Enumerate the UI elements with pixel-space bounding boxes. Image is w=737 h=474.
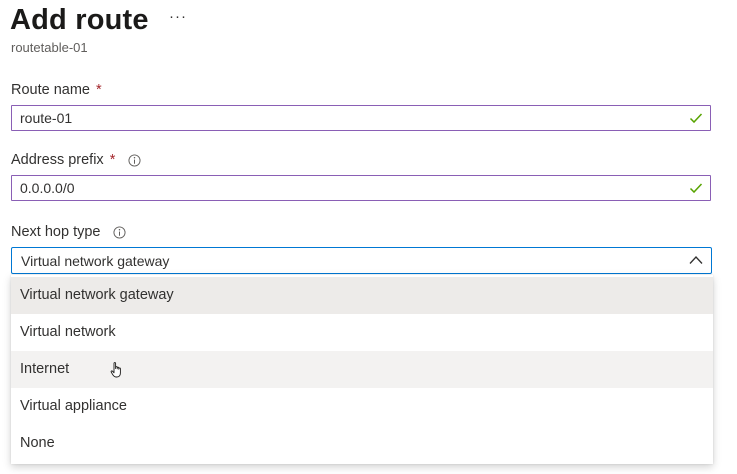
chevron-up-icon[interactable] bbox=[689, 255, 703, 265]
route-name-label: Route name * bbox=[11, 82, 102, 98]
address-prefix-input[interactable]: 0.0.0.0/0 bbox=[11, 175, 711, 201]
address-prefix-label-text: Address prefix bbox=[11, 152, 104, 168]
page-title: Add route bbox=[10, 4, 149, 36]
page-subtitle: routetable-01 bbox=[11, 40, 88, 55]
route-name-value[interactable]: route-01 bbox=[20, 110, 72, 126]
required-mark: * bbox=[109, 152, 116, 168]
hand-cursor-icon bbox=[110, 362, 121, 378]
required-mark: * bbox=[96, 82, 102, 98]
next-hop-type-selected-value[interactable]: Virtual network gateway bbox=[21, 253, 169, 269]
check-icon bbox=[689, 113, 703, 124]
dropdown-option-none[interactable]: None bbox=[11, 425, 713, 462]
address-prefix-value[interactable]: 0.0.0.0/0 bbox=[20, 180, 75, 196]
dropdown-option-virtual-network[interactable]: Virtual network bbox=[11, 314, 713, 351]
next-hop-type-label-text: Next hop type bbox=[11, 224, 101, 240]
route-name-label-text: Route name bbox=[11, 82, 90, 98]
route-name-input[interactable]: route-01 bbox=[11, 105, 711, 131]
more-options-icon[interactable]: ··· bbox=[169, 8, 187, 25]
next-hop-type-dropdown[interactable]: Virtual network gateway bbox=[11, 247, 712, 274]
dropdown-option-virtual-appliance[interactable]: Virtual appliance bbox=[11, 388, 713, 425]
info-icon[interactable] bbox=[113, 225, 127, 239]
address-prefix-label: Address prefix * bbox=[11, 152, 141, 168]
next-hop-type-label: Next hop type bbox=[11, 224, 127, 240]
dropdown-option-virtual-network-gateway[interactable]: Virtual network gateway bbox=[11, 277, 713, 314]
info-icon[interactable] bbox=[128, 153, 141, 167]
check-icon bbox=[689, 183, 703, 194]
